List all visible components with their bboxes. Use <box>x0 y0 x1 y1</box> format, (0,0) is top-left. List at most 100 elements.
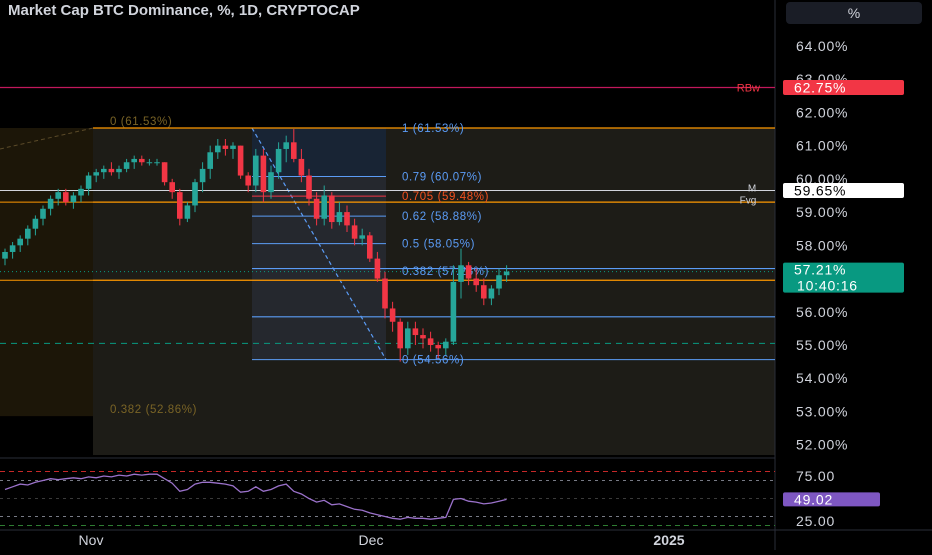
candle-body <box>443 341 449 349</box>
resistance-label: RBw <box>737 82 760 94</box>
fib-label: 0.705 (59.48%) <box>402 191 489 203</box>
fib-label: 0.5 (58.05%) <box>402 239 475 251</box>
fib-label: 0.62 (58.88%) <box>402 211 482 223</box>
candle-body <box>40 208 46 219</box>
candle-body <box>116 168 122 173</box>
y-tick-label: 56.00% <box>796 304 848 320</box>
rsi-tick-label: 25.00 <box>796 513 835 529</box>
candle-body <box>192 182 198 206</box>
last-price-tag: 57.21% <box>794 262 846 278</box>
chart-root[interactable]: 1 (61.53%) 0.79 (60.07%) 0.705 (59.48%) 0.6… <box>0 0 932 550</box>
candle-body <box>78 188 84 196</box>
resistance-tag: 62.75% <box>794 79 846 95</box>
candle-body <box>199 168 206 183</box>
candle-body <box>253 155 259 186</box>
candle-body <box>237 145 244 176</box>
candle-body <box>63 192 69 203</box>
candle-body <box>47 198 54 209</box>
y-tick-label: 62.00% <box>796 104 848 120</box>
candle-body <box>207 152 213 169</box>
candle-body <box>344 212 350 226</box>
candle-body <box>313 198 320 219</box>
candle-body <box>184 205 191 219</box>
marker-label-fvg: Fvg <box>740 195 757 206</box>
candle-body <box>427 338 434 346</box>
candle-body <box>473 278 479 286</box>
marker-tag: 59.65% <box>794 182 846 198</box>
candle-body <box>123 162 130 169</box>
chart-title: Market Cap BTC Dominance, %, 1D, CRYPTOC… <box>8 2 360 19</box>
fib-label: 0.79 (60.07%) <box>402 172 482 184</box>
candle-body <box>177 192 183 219</box>
fib-label: 1 (61.53%) <box>402 123 464 135</box>
candle-body <box>420 335 426 339</box>
candle-body <box>382 278 388 309</box>
candle-body <box>93 172 99 176</box>
candle-body <box>298 158 305 176</box>
candle-body <box>435 345 441 349</box>
marker-label-m: M <box>748 183 756 194</box>
candle-body <box>161 162 168 183</box>
last-price-tag-countdown: 10:40:16 <box>797 278 858 294</box>
candle-body <box>146 162 153 164</box>
candle-body <box>70 195 77 203</box>
candle-body <box>450 281 457 342</box>
y-tick-label: 55.00% <box>796 337 848 353</box>
candle-body <box>321 195 327 219</box>
candle-body <box>397 321 403 349</box>
candle-body <box>412 328 419 336</box>
y-tick-label: 59.00% <box>796 204 848 220</box>
candle-body <box>329 195 335 223</box>
chart-svg[interactable]: 1 (61.53%) 0.79 (60.07%) 0.705 (59.48%) 0.6… <box>0 0 932 550</box>
left-zone <box>0 128 93 417</box>
candle-body <box>169 182 175 193</box>
fib-outer-label: 0.382 (52.86%) <box>110 404 197 416</box>
chart-header: Market Cap BTC Dominance, %, 1D, CRYPTOC… <box>0 0 775 26</box>
y-tick-label: 58.00% <box>796 237 848 253</box>
candle-body <box>55 192 61 199</box>
candle-body <box>2 251 8 259</box>
rsi-tick-label: 75.00 <box>796 468 835 484</box>
candle-body <box>25 228 31 239</box>
candle-body <box>9 245 16 252</box>
candle-body <box>230 145 236 149</box>
x-tick-label: Dec <box>359 532 384 548</box>
candle-body <box>359 235 365 239</box>
unit-toggle-button[interactable]: % <box>786 2 922 24</box>
candle-body <box>215 145 221 153</box>
candle-body <box>503 271 510 276</box>
candle-body <box>367 235 373 259</box>
candle-body <box>488 288 495 299</box>
candle-body <box>389 308 396 322</box>
y-tick-label: 64.00% <box>796 38 848 54</box>
candle-body <box>405 328 411 349</box>
fib-outer-label: 0 (61.53%) <box>110 116 172 128</box>
candle-body <box>131 158 137 163</box>
candle-body <box>260 155 267 193</box>
x-tick-label: 2025 <box>653 532 684 548</box>
candle-body <box>101 168 107 173</box>
candle-body <box>85 175 92 189</box>
y-tick-label: 61.00% <box>796 138 848 154</box>
fib-label: 0 (54.56%) <box>402 355 464 367</box>
candle-body <box>481 285 487 299</box>
candle-body <box>283 142 289 149</box>
candle-body <box>17 238 23 246</box>
candle-body <box>458 265 464 282</box>
candle-body <box>465 265 472 279</box>
candle-body <box>275 148 282 173</box>
fib-box-top <box>252 128 386 177</box>
candle-body <box>291 142 297 159</box>
candle-body <box>154 162 160 164</box>
candle-body <box>139 158 145 163</box>
candle-body <box>245 175 251 186</box>
candle-body <box>496 275 502 289</box>
x-tick-label: Nov <box>79 532 104 548</box>
candle-body <box>268 172 274 193</box>
y-tick-label: 53.00% <box>796 403 848 419</box>
candle-body <box>336 212 343 223</box>
candle-body <box>306 175 312 199</box>
candle-body <box>374 258 381 279</box>
candle-body <box>222 145 229 149</box>
rsi-tag: 49.02 <box>794 491 833 507</box>
